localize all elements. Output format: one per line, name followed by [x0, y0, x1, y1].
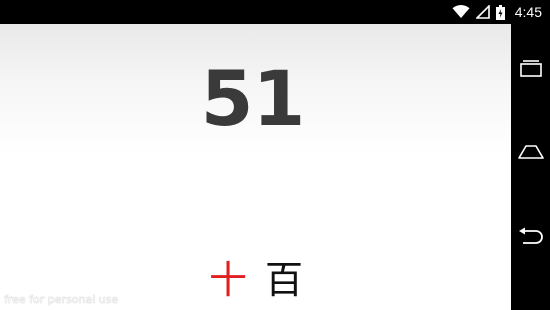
watermark-text: free for personal use: [4, 293, 119, 306]
back-button[interactable]: [511, 211, 550, 267]
app-content: 51 十 百 free for personal use: [0, 24, 511, 310]
battery-icon: [495, 4, 505, 20]
status-clock: 4:45: [514, 4, 542, 20]
chinese-numeral-panel[interactable]: 十 百: [199, 250, 313, 310]
recent-apps-button[interactable]: [511, 42, 550, 98]
tens-character[interactable]: 十: [209, 258, 247, 302]
back-icon: [517, 227, 545, 251]
number-display: 51: [200, 54, 306, 143]
home-button[interactable]: [511, 126, 550, 182]
hundreds-character[interactable]: 百: [265, 258, 303, 302]
recent-apps-icon: [519, 59, 543, 81]
status-bar: 4:45: [0, 0, 550, 24]
wifi-icon: [452, 5, 470, 19]
home-icon: [517, 144, 544, 164]
signal-icon: [475, 5, 490, 19]
status-icons: 4:45: [452, 0, 542, 24]
navigation-bar: [511, 24, 550, 310]
